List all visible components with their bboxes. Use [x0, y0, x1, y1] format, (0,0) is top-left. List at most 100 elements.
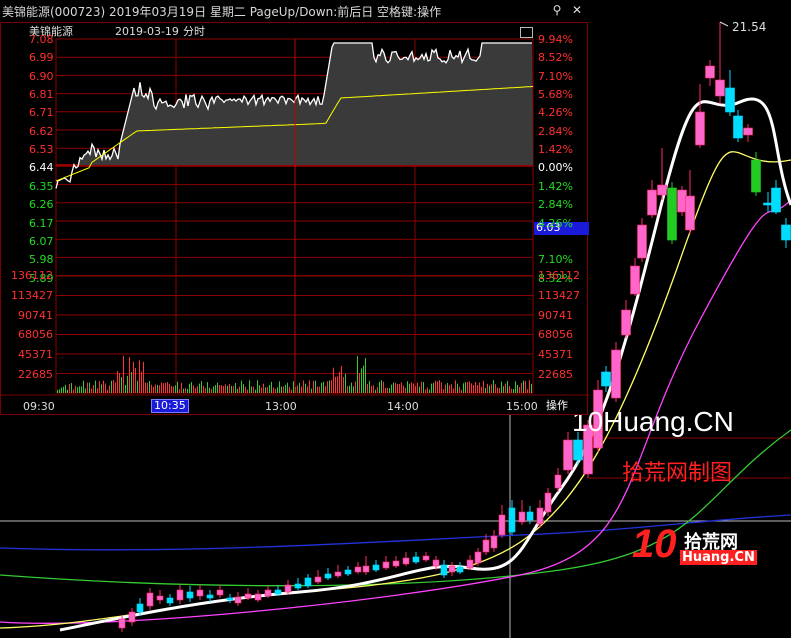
volume-bar [209, 387, 210, 393]
volume-bar [271, 381, 272, 393]
search-icon[interactable]: ⚲ [550, 3, 564, 17]
volume-bar [105, 383, 106, 393]
volume-bar [183, 388, 184, 393]
volume-tick-right: 45371 [538, 348, 573, 362]
volume-bar [215, 385, 216, 393]
volume-bar [197, 386, 198, 393]
candle-body [536, 507, 544, 525]
volume-bar [199, 383, 200, 393]
pct-tick: 7.10% [538, 69, 573, 83]
volume-bar [303, 380, 304, 393]
volume-tick-left: 113427 [11, 288, 53, 302]
candle-body [637, 224, 647, 259]
volume-bar [287, 382, 288, 393]
volume-bar [443, 389, 444, 393]
candle-body [518, 511, 526, 523]
price-tick: 6.35 [29, 179, 54, 193]
volume-bar [313, 380, 314, 393]
volume-bar [161, 382, 162, 393]
action-button[interactable]: 操作 [546, 400, 568, 412]
candle-body [771, 187, 781, 213]
volume-bar [235, 382, 236, 393]
volume-bar [409, 383, 410, 393]
expand-icon[interactable] [520, 27, 533, 38]
volume-bar [427, 387, 428, 393]
volume-bar [337, 376, 338, 393]
candle-body [677, 189, 687, 213]
volume-bar [507, 380, 508, 393]
volume-bar [499, 387, 500, 393]
candle-body [274, 589, 282, 595]
volume-bar [453, 388, 454, 393]
volume-bar [293, 381, 294, 393]
volume-bar [275, 388, 276, 393]
volume-tick-left: 90741 [18, 308, 53, 322]
volume-bar [121, 376, 122, 393]
volume-bar [213, 386, 214, 393]
volume-bar [325, 386, 326, 393]
logo-en: Huang.CN [680, 550, 757, 565]
pct-tick: 2.84% [538, 124, 573, 138]
volume-bar [333, 367, 334, 393]
volume-bar [169, 383, 170, 393]
volume-bar [103, 380, 104, 393]
price-tick: 7.08 [29, 33, 54, 46]
volume-bar [351, 382, 352, 393]
volume-bar [107, 389, 108, 393]
volume-bar [249, 380, 250, 393]
volume-bar [205, 387, 206, 393]
volume-bar [171, 386, 172, 393]
candle-body [554, 474, 562, 489]
volume-bar [177, 381, 178, 393]
volume-bar [345, 373, 346, 393]
price-tick: 6.71 [29, 106, 54, 120]
volume-bar [115, 382, 116, 393]
volume-bar [65, 384, 66, 393]
candle-body [362, 565, 370, 573]
watermark-brand: 10Huang.CN [572, 406, 734, 437]
volume-bar [307, 386, 308, 393]
volume-bar [447, 383, 448, 393]
price-tick: 5.98 [29, 253, 54, 267]
volume-bar [431, 383, 432, 393]
volume-bar [155, 384, 156, 393]
volume-tick-right: 113427 [538, 288, 580, 302]
candle-body [725, 87, 735, 113]
volume-bar [531, 383, 532, 393]
volume-bar [353, 386, 354, 393]
candle-body [422, 555, 430, 561]
candle-body [526, 511, 534, 521]
close-icon[interactable]: ✕ [570, 3, 584, 17]
volume-bar [149, 381, 150, 393]
volume-bar [83, 380, 84, 393]
volume-bar [255, 389, 256, 393]
volume-tick-left: 22685 [18, 368, 53, 381]
pct-tick: 2.84% [538, 198, 573, 212]
volume-bar [57, 389, 58, 393]
volume-bar [319, 386, 320, 393]
volume-bar [505, 383, 506, 393]
volume-bar [217, 382, 218, 393]
pct-tick: 4.26% [538, 106, 573, 120]
popup-titlebar[interactable]: 美锦能源(000723) 2019年03月19日 星期二 PageUp/Down… [0, 0, 588, 22]
volume-bar [455, 380, 456, 393]
volume-bar [219, 385, 220, 393]
volume-bar [403, 385, 404, 393]
volume-bar [439, 380, 440, 393]
volume-bar [61, 387, 62, 393]
volume-bar [481, 386, 482, 393]
volume-bar [461, 389, 462, 393]
volume-bar [385, 387, 386, 393]
volume-bar [477, 385, 478, 393]
volume-bar [341, 365, 342, 393]
volume-bar [87, 382, 88, 393]
volume-bar [469, 381, 470, 393]
volume-bar [259, 385, 260, 393]
volume-bar [111, 380, 112, 393]
candle-body [647, 189, 657, 216]
volume-bar [69, 384, 70, 393]
candle-body [254, 593, 262, 601]
volume-bar [419, 386, 420, 393]
volume-bar [387, 387, 388, 393]
volume-bar [289, 386, 290, 393]
